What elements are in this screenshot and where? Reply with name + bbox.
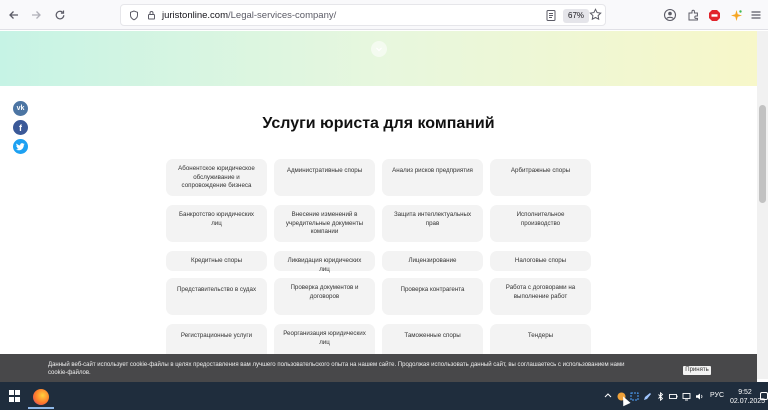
scrollbar-thumb[interactable] — [759, 105, 766, 203]
windows-taskbar: РУС 9:52 02.07.2025 — [0, 382, 768, 410]
url-path: /Legal-services-company/ — [228, 9, 337, 21]
service-card[interactable]: Работа с договорами на выполнение работ — [490, 278, 591, 315]
page-title: Услуги юриста для компаний — [262, 115, 495, 132]
reload-icon — [55, 10, 65, 19]
service-card[interactable]: Абонентское юридическое обслуживание и с… — [166, 159, 267, 196]
arrow-right-icon — [32, 10, 41, 19]
reader-view-icon[interactable] — [545, 9, 559, 23]
hero-banner — [0, 31, 757, 86]
chevron-up-icon[interactable] — [604, 391, 612, 400]
service-card[interactable]: Внесение изменений в учредительные докум… — [274, 205, 375, 242]
service-card[interactable]: Представительство в судах — [166, 278, 267, 315]
account-icon — [663, 8, 677, 22]
services-grid: Абонентское юридическое обслуживание и с… — [166, 159, 594, 379]
web-page: vk f Услуги юриста для компаний Абонентс… — [0, 31, 757, 379]
twitter-icon — [16, 142, 25, 150]
accept-cookies-button[interactable]: Принять — [683, 366, 711, 375]
active-app-indicator — [28, 407, 54, 409]
back-button[interactable] — [3, 4, 25, 26]
url-host: juristonline.com — [162, 9, 228, 21]
battery-icon[interactable] — [669, 392, 678, 401]
vk-icon: vk — [16, 105, 25, 112]
clock-date: 02.07.2025 — [730, 398, 766, 406]
menu-button[interactable] — [746, 5, 766, 25]
adblock-icon — [708, 9, 720, 21]
twitter-share-button[interactable] — [13, 139, 28, 154]
service-card[interactable]: Банкротство юридических лиц — [166, 205, 267, 242]
network-icon[interactable] — [682, 392, 691, 401]
firefox-icon[interactable] — [33, 389, 49, 405]
service-card[interactable]: Лицензирование — [382, 251, 483, 271]
service-card[interactable]: Проверка контрагента — [382, 278, 483, 315]
url-bar[interactable]: juristonline.com/Legal-services-company/… — [120, 4, 606, 26]
puzzle-icon — [688, 9, 698, 20]
service-card[interactable]: Кредитные споры — [166, 251, 267, 271]
service-card[interactable]: Арбитражные споры — [490, 159, 591, 196]
hamburger-menu-icon — [751, 11, 761, 19]
service-card[interactable]: Налоговые споры — [490, 251, 591, 271]
service-card[interactable]: Исполнительное производство — [490, 205, 591, 242]
lock-icon[interactable] — [144, 10, 158, 20]
cookie-message: Данный веб-сайт использует cookie-файлы … — [48, 362, 625, 376]
service-card[interactable]: Анализ рисков предприятия — [382, 159, 483, 196]
arrow-left-icon — [9, 10, 18, 19]
account-button[interactable] — [660, 5, 680, 25]
service-card[interactable]: Административные споры — [274, 159, 375, 196]
notifications-icon[interactable] — [760, 392, 768, 400]
cookie-banner: Данный веб-сайт использует cookie-файлы … — [0, 354, 757, 382]
service-card[interactable]: Ликвидация юридических лиц — [274, 251, 375, 273]
adblock-button[interactable] — [704, 5, 724, 25]
service-card[interactable]: Проверка документов и договоров — [274, 278, 375, 315]
windows-start-icon[interactable] — [9, 390, 21, 402]
system-clock[interactable]: 9:52 02.07.2025 — [730, 388, 766, 407]
sparkle-icon — [730, 9, 742, 21]
input-language[interactable]: РУС — [710, 392, 724, 399]
chevron-down-icon[interactable] — [371, 41, 387, 57]
url-text[interactable]: juristonline.com/Legal-services-company/ — [162, 10, 336, 21]
zoom-level-badge[interactable]: 67% — [563, 9, 590, 23]
screenshot-tool-icon[interactable] — [630, 392, 639, 401]
extensions-button[interactable] — [683, 5, 703, 25]
bookmark-star-icon[interactable] — [589, 8, 604, 23]
extension-sparkle-button[interactable] — [726, 5, 746, 25]
page-scrollbar[interactable] — [757, 31, 768, 379]
service-card[interactable]: Защита интеллектуальных прав — [382, 205, 483, 242]
bluetooth-icon[interactable] — [656, 392, 665, 401]
forward-button[interactable] — [25, 4, 47, 26]
browser-toolbar: juristonline.com/Legal-services-company/… — [0, 0, 768, 30]
vk-share-button[interactable]: vk — [13, 101, 28, 116]
clock-time: 9:52 — [738, 389, 752, 396]
tracking-shield-icon[interactable] — [124, 9, 144, 21]
reload-button[interactable] — [49, 4, 71, 26]
volume-icon[interactable] — [695, 392, 704, 401]
pen-icon[interactable] — [643, 392, 652, 401]
